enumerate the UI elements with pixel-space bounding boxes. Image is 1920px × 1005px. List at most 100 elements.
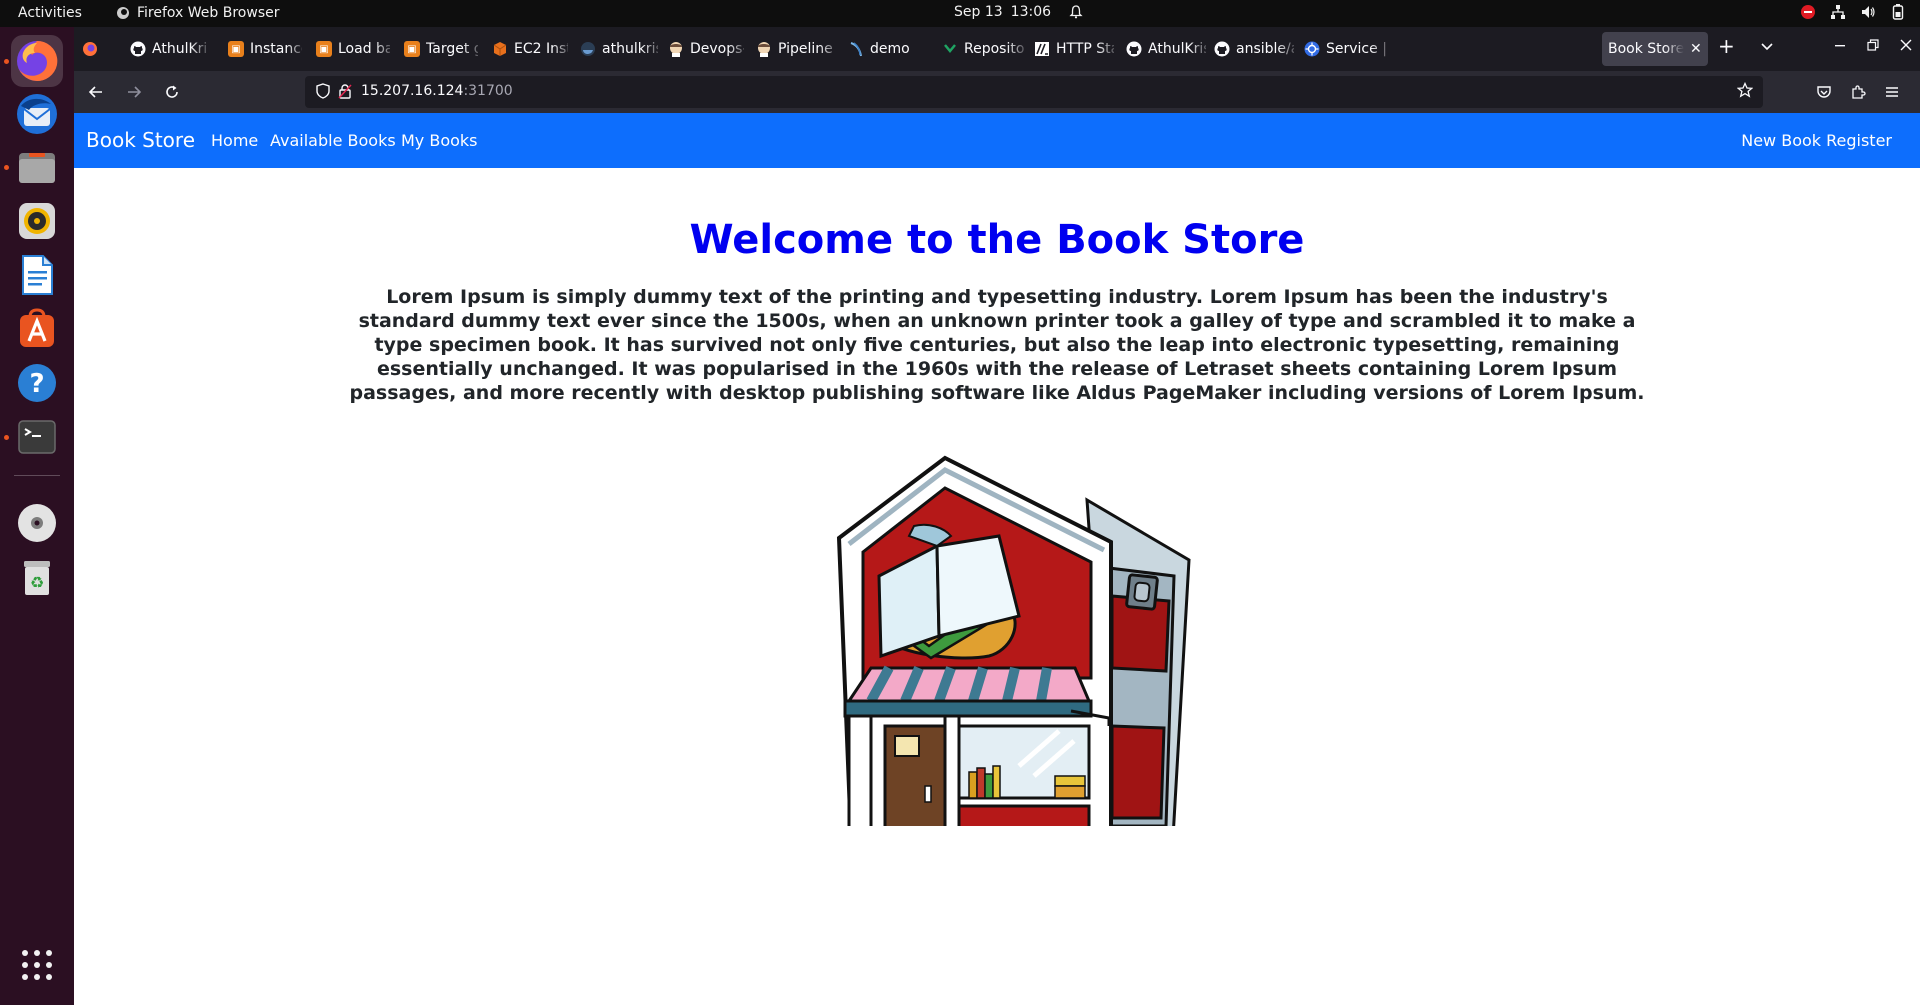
jenkins-icon <box>668 41 684 57</box>
tab-title: EC2 Insta <box>514 41 568 57</box>
nav-link-home[interactable]: Home <box>211 131 258 150</box>
tab-pipeline-jenkins[interactable]: Pipeline S <box>750 32 842 66</box>
dock-help[interactable]: ? <box>11 357 63 409</box>
github-icon <box>1126 41 1142 57</box>
app-menu[interactable]: Firefox Web Browser <box>116 5 280 21</box>
app-menu-label: Firefox Web Browser <box>137 5 280 21</box>
libreoffice-writer-icon <box>22 255 53 295</box>
clock-time: 13:06 <box>1010 4 1052 20</box>
tab-http-status[interactable]: HTTP Sta <box>1028 32 1120 66</box>
github-icon <box>1214 41 1230 57</box>
intro-paragraph: Lorem Ipsum is simply dummy text of the … <box>349 286 1645 404</box>
nexus-icon <box>942 41 958 57</box>
clock[interactable]: Sep 13 13:06 <box>954 4 1083 20</box>
tab-github-2[interactable]: AthulKris <box>1120 32 1212 66</box>
nav-link-my-books[interactable]: My Books <box>401 131 478 150</box>
tab-title: demo <box>870 41 910 57</box>
list-all-tabs-button[interactable] <box>1760 39 1774 57</box>
firefox-icon <box>17 40 58 81</box>
tab-book-store[interactable]: Book Store ✕ <box>1602 32 1708 66</box>
tab-close-icon[interactable]: ✕ <box>1690 41 1702 57</box>
firefox-small-icon <box>117 7 129 19</box>
jenkins-icon <box>756 41 772 57</box>
mdn-icon <box>1034 41 1050 57</box>
volume-icon[interactable] <box>1860 4 1876 20</box>
tab-title: ansible/a <box>1236 41 1294 57</box>
navigation-toolbar: 15.207.16.124:31700 <box>74 71 1920 113</box>
tab-title: Repositor <box>964 41 1024 57</box>
web-page: Book Store Home Available Books My Books… <box>74 113 1920 1005</box>
tab-title: Load bala <box>338 41 390 57</box>
insecure-lock-icon[interactable] <box>337 83 353 103</box>
dock-dvd[interactable] <box>11 497 63 549</box>
ubuntu-software-icon <box>20 308 54 347</box>
minimize-button[interactable] <box>1834 39 1846 55</box>
bookmark-star-icon[interactable] <box>1736 81 1754 103</box>
network-icon[interactable] <box>1830 4 1846 20</box>
restore-button[interactable] <box>1867 39 1879 55</box>
tab-dockerhub[interactable]: athulkrish <box>574 32 664 66</box>
puzzle-piece-icon <box>1852 85 1866 99</box>
tab-title: Service | K <box>1326 41 1388 57</box>
tab-service-kubernetes[interactable]: Service | K <box>1298 32 1394 66</box>
close-window-button[interactable] <box>1900 39 1912 55</box>
activities-button[interactable]: Activities <box>18 5 82 21</box>
reload-button[interactable] <box>160 80 184 104</box>
do-not-disturb-icon[interactable] <box>1800 4 1816 20</box>
tracking-protection-shield-icon[interactable] <box>315 83 331 103</box>
dock-writer[interactable] <box>11 249 63 301</box>
tab-title: Devops-a <box>690 41 744 57</box>
show-applications-button[interactable] <box>11 939 63 991</box>
extensions-button[interactable] <box>1846 80 1870 104</box>
dock-trash[interactable]: ♻ <box>11 551 63 603</box>
argo-icon <box>848 41 864 57</box>
dock-thunderbird[interactable] <box>11 88 63 140</box>
forward-button[interactable] <box>122 80 146 104</box>
url-host: 15.207.16.124 <box>361 83 464 99</box>
tab-load-balancers[interactable]: ▣ Load bala <box>310 32 396 66</box>
tab-ec2-instances[interactable]: EC2 Insta <box>486 32 574 66</box>
tab-github-1[interactable]: AthulKris <box>124 32 212 66</box>
pocket-icon <box>1817 86 1831 98</box>
dock-terminal[interactable] <box>11 411 63 463</box>
system-tray[interactable] <box>1800 4 1906 20</box>
tab-title: Book Store <box>1608 41 1684 57</box>
notification-bell-icon <box>1069 5 1083 19</box>
trash-icon: ♻ <box>24 561 50 595</box>
tab-instances[interactable]: ▣ Instances <box>222 32 308 66</box>
back-button[interactable] <box>84 80 108 104</box>
tab-title: Pipeline S <box>778 41 836 57</box>
rhythmbox-icon <box>19 203 55 239</box>
tab-repositories-nexus[interactable]: Repositor <box>936 32 1030 66</box>
tab-title: HTTP Sta <box>1056 41 1114 57</box>
chevron-down-icon <box>1761 43 1773 51</box>
firefox-view-button[interactable] <box>82 32 110 66</box>
nav-link-new-book-register[interactable]: New Book Register <box>1741 131 1892 150</box>
battery-icon[interactable] <box>1890 4 1906 20</box>
tab-devops-jenkins[interactable]: Devops-a <box>662 32 750 66</box>
firefox-view-icon <box>83 42 97 56</box>
tab-demo-argo[interactable]: demo <box>842 32 938 66</box>
dock-firefox[interactable] <box>11 35 63 87</box>
site-brand[interactable]: Book Store <box>86 128 195 152</box>
svg-text:?: ? <box>29 369 44 399</box>
nav-link-available-books[interactable]: Available Books <box>270 131 396 150</box>
dock-software[interactable] <box>11 303 63 355</box>
dock-files[interactable] <box>11 141 63 193</box>
dock-rhythmbox[interactable] <box>11 195 63 247</box>
pocket-button[interactable] <box>1812 80 1836 104</box>
clock-date: Sep 13 <box>954 4 1003 20</box>
tab-target-groups[interactable]: ▣ Target gr <box>398 32 484 66</box>
tab-title: athulkrish <box>602 41 658 57</box>
thunderbird-icon <box>17 94 57 134</box>
kubernetes-icon <box>1304 41 1320 57</box>
new-tab-button[interactable]: + <box>1718 34 1735 58</box>
url-bar[interactable]: 15.207.16.124:31700 <box>305 76 1763 108</box>
dock: ? ♻ <box>0 27 74 1005</box>
app-menu-button[interactable] <box>1880 80 1904 104</box>
help-icon: ? <box>18 364 56 402</box>
url-text[interactable]: 15.207.16.124:31700 <box>361 83 513 99</box>
restore-icon <box>1867 39 1879 51</box>
aws-icon: ▣ <box>316 41 332 57</box>
tab-github-ansible[interactable]: ansible/a <box>1208 32 1300 66</box>
